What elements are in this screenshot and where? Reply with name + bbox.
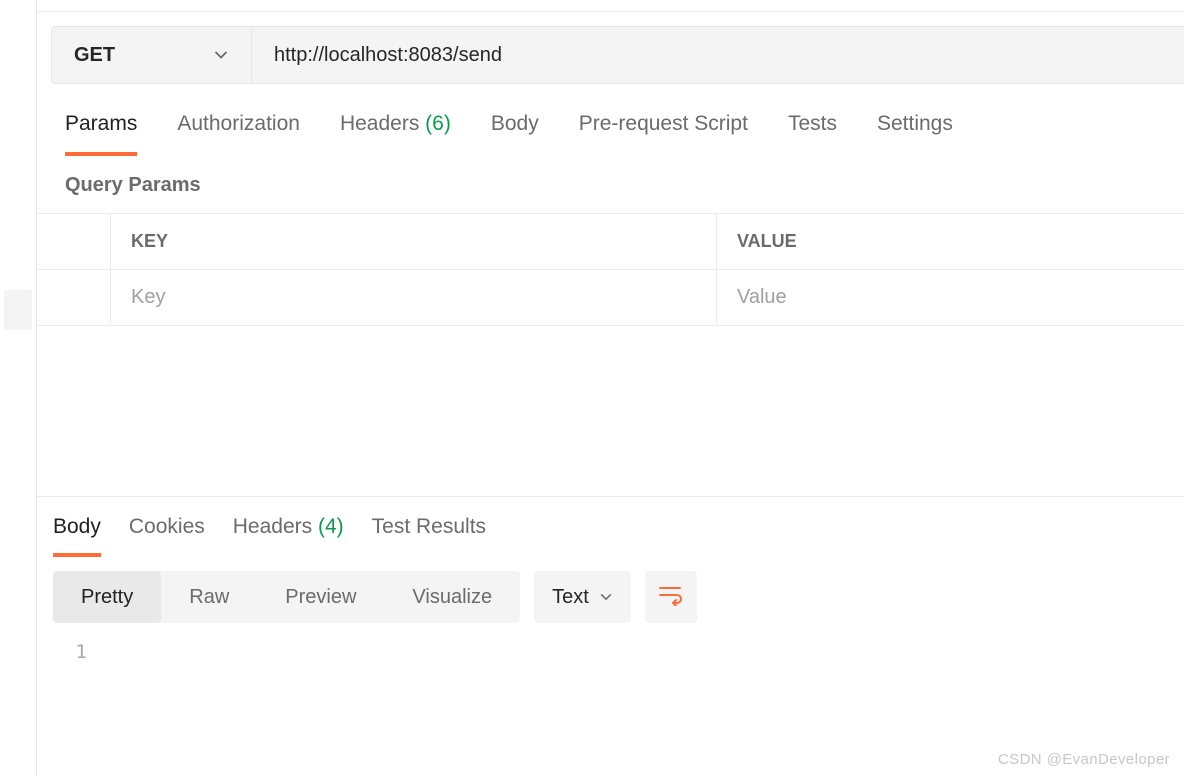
param-key-input[interactable]	[131, 286, 716, 309]
wrap-lines-button[interactable]	[645, 571, 697, 623]
response-body-area[interactable]: 1	[37, 623, 1184, 663]
resp-tab-headers[interactable]: Headers (4)	[233, 515, 344, 557]
top-divider	[37, 0, 1184, 12]
wrap-icon	[658, 584, 684, 611]
tab-headers-label: Headers	[340, 112, 419, 135]
response-format-select[interactable]: Text	[534, 571, 631, 623]
http-method-select[interactable]: GET	[52, 27, 252, 83]
resp-tab-body[interactable]: Body	[53, 515, 101, 557]
resp-tab-tests[interactable]: Test Results	[372, 515, 486, 557]
resp-tab-headers-count: (4)	[318, 515, 344, 538]
response-tabs: Body Cookies Headers (4) Test Results	[37, 497, 1184, 557]
response-view-controls: Pretty Raw Preview Visualize Text	[37, 557, 1184, 623]
resp-tab-cookies[interactable]: Cookies	[129, 515, 205, 557]
tab-body[interactable]: Body	[491, 112, 539, 156]
mode-preview[interactable]: Preview	[257, 571, 384, 623]
tab-headers-count: (6)	[425, 112, 451, 135]
request-url-input[interactable]	[252, 27, 1184, 83]
resp-tab-headers-label: Headers	[233, 515, 312, 538]
tab-params[interactable]: Params	[65, 112, 137, 156]
request-bar: GET	[51, 26, 1184, 84]
view-mode-group: Pretty Raw Preview Visualize	[53, 571, 520, 623]
mode-pretty[interactable]: Pretty	[53, 571, 161, 623]
tab-settings[interactable]: Settings	[877, 112, 953, 156]
tab-tests[interactable]: Tests	[788, 112, 837, 156]
response-panel: Body Cookies Headers (4) Test Results Pr…	[37, 496, 1184, 776]
response-format-label: Text	[552, 586, 589, 609]
tab-headers[interactable]: Headers (6)	[340, 112, 451, 156]
table-row	[37, 270, 1184, 326]
tab-authorization[interactable]: Authorization	[177, 112, 300, 156]
chevron-down-icon	[213, 47, 229, 63]
chevron-down-icon	[599, 590, 613, 604]
query-params-title: Query Params	[37, 156, 1184, 213]
request-tabs: Params Authorization Headers (6) Body Pr…	[37, 84, 1184, 156]
tab-prerequest[interactable]: Pre-request Script	[579, 112, 748, 156]
row-checkbox[interactable]	[37, 270, 111, 325]
line-number: 1	[57, 641, 97, 663]
http-method-label: GET	[74, 44, 115, 67]
header-checkbox-col	[37, 214, 111, 269]
header-key: KEY	[111, 214, 717, 269]
mode-visualize[interactable]: Visualize	[384, 571, 520, 623]
query-params-table: KEY VALUE	[37, 213, 1184, 326]
left-rail-marker	[4, 290, 32, 330]
mode-raw[interactable]: Raw	[161, 571, 257, 623]
table-header-row: KEY VALUE	[37, 214, 1184, 270]
watermark-text: CSDN @EvanDeveloper	[998, 751, 1170, 768]
param-value-input[interactable]	[737, 286, 1184, 309]
header-value: VALUE	[717, 214, 1184, 269]
